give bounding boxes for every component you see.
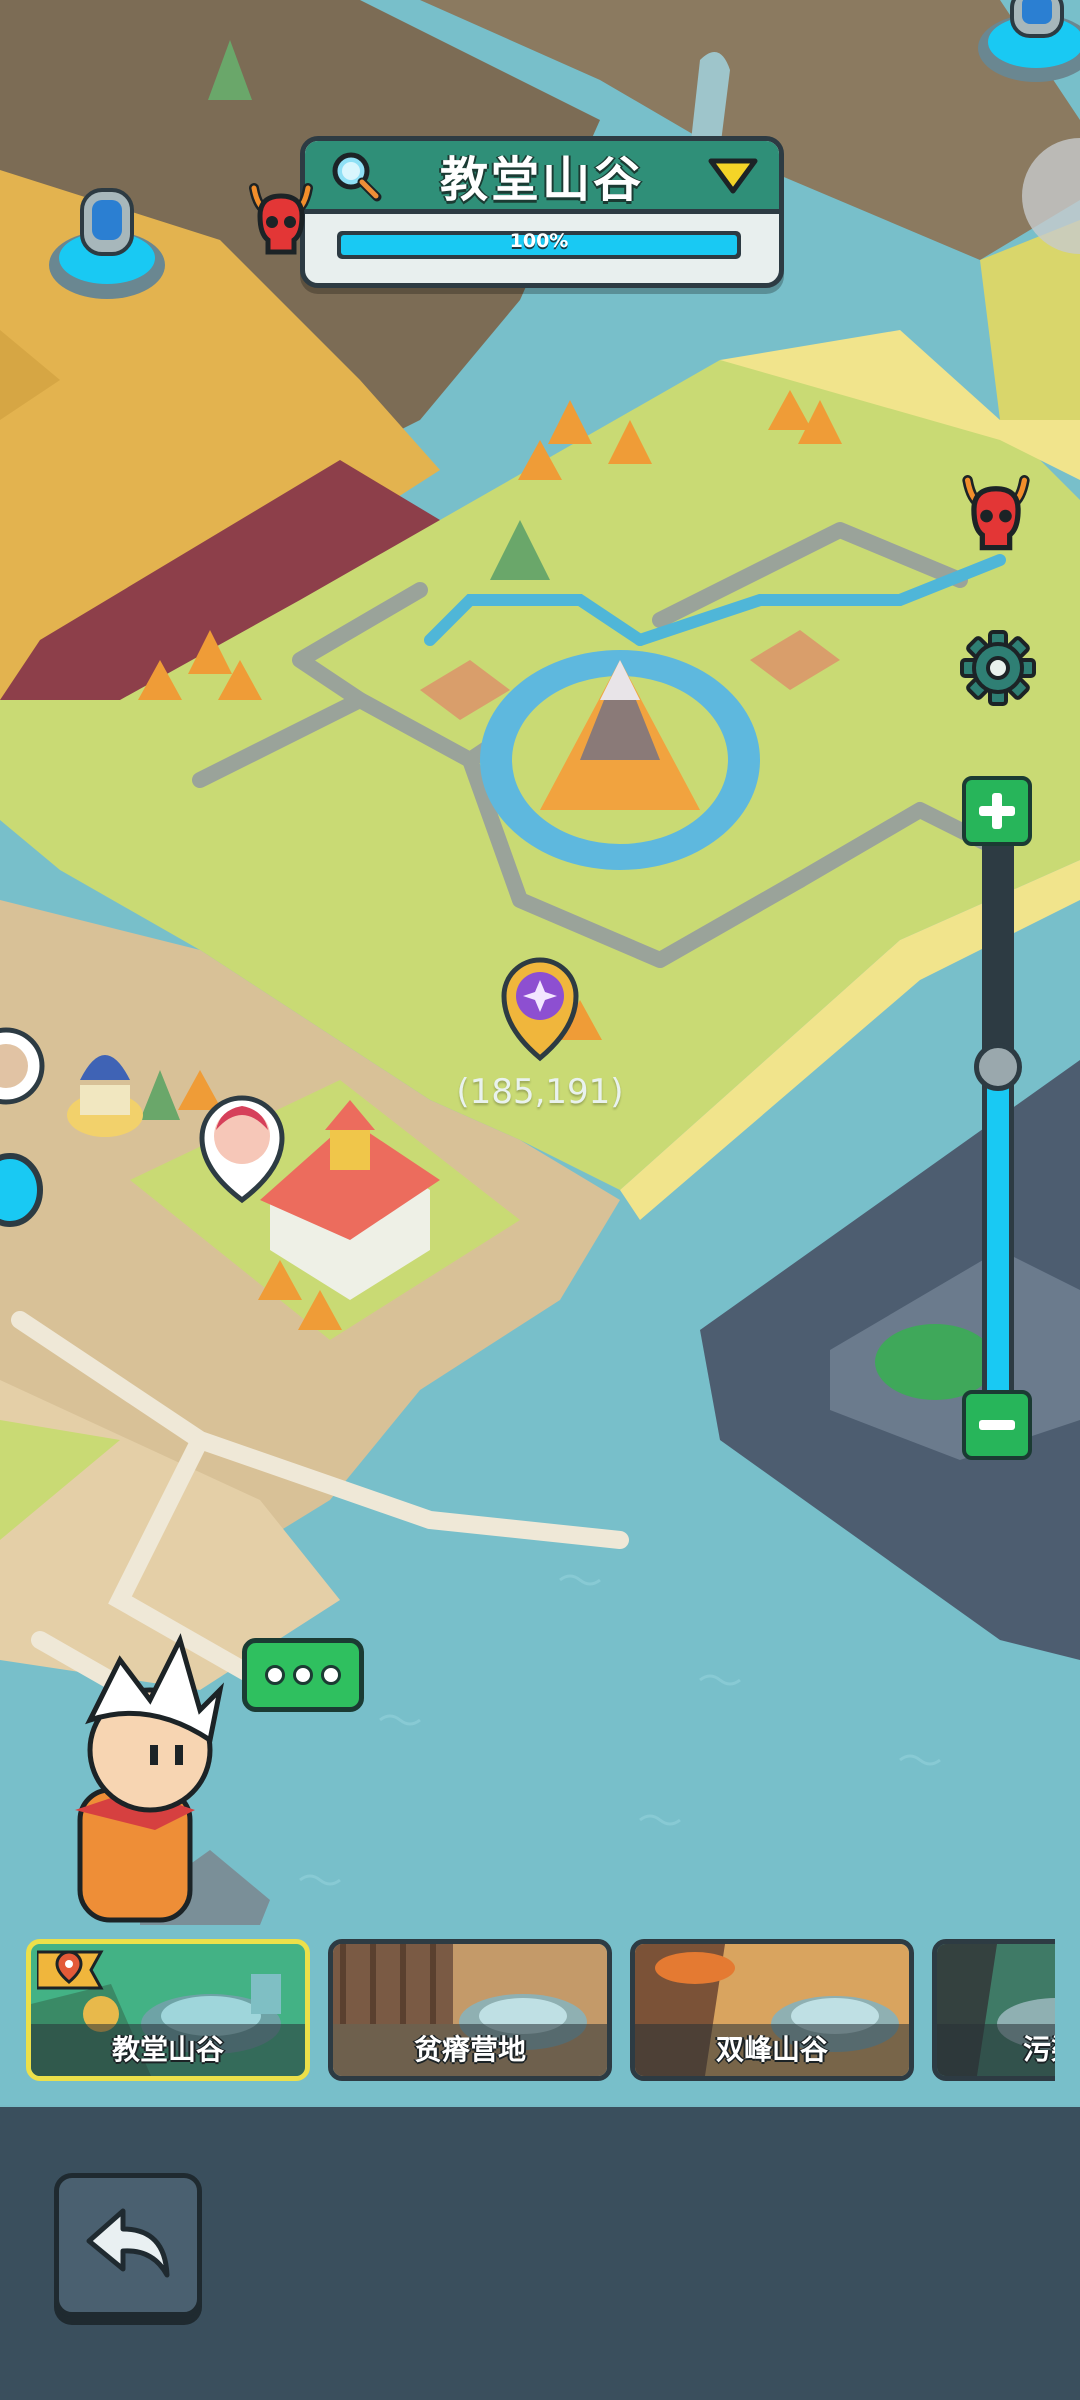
- exploration-progress-bar: 100%: [337, 231, 741, 259]
- region-title: 教堂山谷: [439, 152, 644, 208]
- enemy-marker-left[interactable]: [248, 182, 314, 264]
- region-header: 教堂山谷: [305, 141, 779, 214]
- plus-icon: [979, 793, 1015, 829]
- world-map[interactable]: [0, 0, 1080, 2105]
- demon-skull-icon: [962, 475, 1030, 551]
- progress-text: 100%: [509, 230, 569, 252]
- chat-button[interactable]: [242, 1638, 364, 1712]
- ellipsis-chat-icon: [265, 1665, 285, 1685]
- zoom-slider-handle[interactable]: [974, 1042, 1022, 1091]
- zoom-in-button[interactable]: [962, 776, 1032, 846]
- region-card-label: 双峰山谷: [715, 2033, 828, 2066]
- region-card-3[interactable]: 污染: [932, 1939, 1055, 2081]
- back-arrow-icon: [86, 2208, 170, 2278]
- zoom-slider-track[interactable]: [982, 838, 1014, 1410]
- zoom-out-button[interactable]: [962, 1390, 1032, 1460]
- minus-icon: [979, 1420, 1015, 1430]
- zoom-slider-fill: [987, 1066, 1009, 1410]
- map-terrain: [0, 0, 1080, 2105]
- map-coordinates: (185,191): [456, 1072, 624, 1112]
- magnifier-icon: [332, 152, 382, 202]
- region-card-0[interactable]: 教堂山谷: [26, 1939, 310, 2081]
- region-card-label: 污染: [1023, 2033, 1055, 2066]
- gear-icon: [960, 630, 1036, 706]
- region-card-label: 贫瘠营地: [413, 2033, 526, 2066]
- settings-button[interactable]: [958, 628, 1038, 712]
- enemy-marker-right[interactable]: [956, 474, 1036, 560]
- location-flag-icon: [37, 1950, 104, 1990]
- region-dropdown-button[interactable]: [707, 155, 759, 197]
- region-card-label: 教堂山谷: [111, 2033, 224, 2066]
- region-panel: 教堂山谷 100%: [300, 136, 784, 288]
- triangle-down-icon: [708, 158, 758, 194]
- region-carousel[interactable]: 教堂山谷 贫瘠营地 双峰山谷 污: [0, 1935, 1055, 2087]
- region-card-2[interactable]: 双峰山谷: [630, 1939, 914, 2081]
- search-button[interactable]: [329, 149, 383, 203]
- region-card-1[interactable]: 贫瘠营地: [328, 1939, 612, 2081]
- demon-skull-icon: [249, 183, 313, 255]
- back-button[interactable]: [54, 2173, 202, 2317]
